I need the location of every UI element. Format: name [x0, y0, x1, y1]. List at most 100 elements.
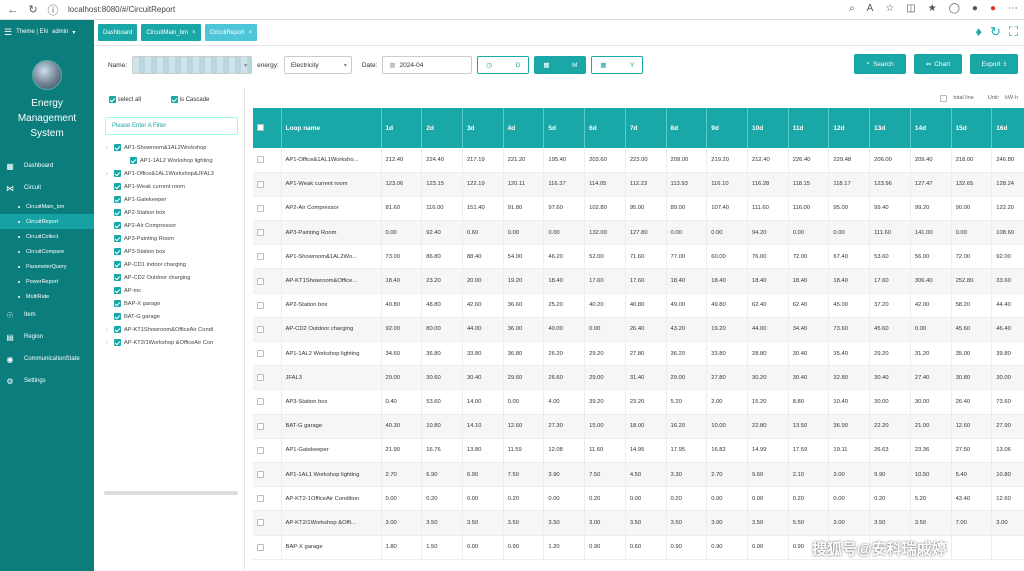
row-checkbox-cell[interactable]: [253, 244, 282, 270]
checkbox-icon[interactable]: [114, 287, 121, 295]
tab-circuitreport[interactable]: CircuitReport ×: [204, 24, 258, 41]
table-row[interactable]: AP2-Station box 40.80 48.80 42.60 36.60 25.20…: [253, 293, 1024, 318]
checkbox-icon[interactable]: [257, 180, 264, 188]
chevron-right-icon[interactable]: ›: [106, 327, 111, 333]
row-checkbox-cell[interactable]: [253, 220, 282, 246]
sidebar-subitem-powerreport[interactable]: PowerReport: [0, 274, 94, 289]
tab-dashboard[interactable]: Dashboard: [98, 24, 138, 41]
row-checkbox-cell[interactable]: [253, 341, 282, 367]
tab-circuitmain[interactable]: CircuitMain_bm ×: [141, 24, 201, 41]
table-header-cell[interactable]: 16d: [991, 108, 1024, 148]
checkbox-icon[interactable]: [257, 229, 264, 237]
more-icon[interactable]: ⋯: [1008, 3, 1018, 14]
sidebar-subitem-circuitmain[interactable]: CircuitMain_bm: [0, 199, 94, 214]
checkbox-icon[interactable]: [257, 277, 264, 285]
checkbox-icon[interactable]: [257, 253, 264, 261]
row-checkbox-cell[interactable]: [253, 414, 282, 439]
day-button[interactable]: ◷ D: [477, 56, 530, 74]
month-button[interactable]: ▦ M: [534, 56, 587, 74]
row-checkbox-cell[interactable]: [253, 535, 282, 560]
table-header-cell[interactable]: 9d: [706, 108, 748, 148]
checkbox-icon[interactable]: [257, 471, 264, 479]
sidebar-subitem-circuitcollect[interactable]: CircuitCollect: [0, 229, 94, 244]
sidebar-subitem-circuitcompare[interactable]: CircuitCompare: [0, 244, 94, 259]
export-button[interactable]: Export ⤓: [970, 54, 1018, 74]
tree-node[interactable]: › AP1-Showroom&1AL2Workshop: [100, 141, 244, 154]
table-row[interactable]: AP-KT2-1OfficeAir Condition 0.00 0.20 0.00 0…: [253, 486, 1024, 512]
row-checkbox-cell[interactable]: [253, 268, 282, 294]
row-checkbox-cell[interactable]: [253, 486, 282, 512]
sidebar-subitem-parameterquery[interactable]: ParameterQuery: [0, 259, 94, 274]
checkbox-icon[interactable]: [130, 157, 137, 165]
table-header-cell[interactable]: 1d: [381, 108, 423, 148]
table-header-cell[interactable]: 6d: [584, 108, 626, 148]
tree-filter-input[interactable]: Please Enter A Filter: [105, 117, 238, 136]
read-aloud-icon[interactable]: A: [867, 3, 874, 14]
tree-node[interactable]: AP2-Station box: [100, 206, 244, 219]
tree-node[interactable]: AP1-Weak current room: [100, 180, 244, 193]
table-header-checkbox[interactable]: [253, 108, 282, 148]
back-icon[interactable]: ←: [6, 3, 20, 17]
checkbox-icon[interactable]: [114, 274, 121, 282]
row-checkbox-cell[interactable]: [253, 462, 282, 488]
table-row[interactable]: AP2-Air Compressor 81.60 116.00 151.40 91.80…: [253, 196, 1024, 222]
reload-icon[interactable]: ↻: [26, 3, 40, 17]
table-header-cell[interactable]: 7d: [625, 108, 667, 148]
checkbox-icon[interactable]: [257, 446, 264, 454]
table-row[interactable]: AP1-1AL2 Workshop lighting 34.60 36.80 33.8…: [253, 341, 1024, 367]
checkbox-icon[interactable]: [257, 495, 264, 503]
refresh-icon[interactable]: ↻: [990, 24, 1001, 40]
table-header-cell[interactable]: 2d: [421, 108, 463, 148]
checkbox-icon[interactable]: [114, 144, 121, 152]
sidebar-item-dashboard[interactable]: ▦ Dashboard: [0, 155, 94, 177]
checkbox-icon[interactable]: [114, 300, 121, 308]
chevron-down-icon[interactable]: ▾: [72, 29, 75, 36]
energy-select[interactable]: Electricity ▾: [283, 56, 352, 74]
table-row[interactable]: BAT-G garage 40.30 10.80 14.10 12.60 27.30 15.…: [253, 414, 1024, 439]
row-checkbox-cell[interactable]: [253, 389, 282, 415]
checkbox-icon[interactable]: [257, 398, 264, 406]
table-header-cell[interactable]: 4d: [503, 108, 545, 148]
tree-node[interactable]: AP1-1AL2 Workshop lighting: [100, 154, 244, 167]
checkbox-icon[interactable]: [114, 235, 121, 243]
table-row[interactable]: AP-CD2 Outdoor charging 92.00 80.00 44.00 36…: [253, 317, 1024, 343]
checkbox-icon[interactable]: [257, 204, 264, 212]
table-row[interactable]: AP1-Office&1AL1Worksho... 212.40 224.40 217…: [253, 148, 1024, 173]
table-row[interactable]: AP1-Weak current room 123.06 123.15 122.19 1…: [253, 172, 1024, 197]
year-button[interactable]: ▦ Y: [591, 56, 644, 74]
table-header-cell[interactable]: 8d: [666, 108, 708, 148]
table-header-cell[interactable]: 3d: [462, 108, 504, 148]
chevron-right-icon[interactable]: ›: [106, 340, 111, 346]
checkbox-icon[interactable]: [114, 261, 121, 269]
checkbox-icon[interactable]: [114, 222, 121, 230]
tree-node[interactable]: BAT-G garage: [100, 310, 244, 323]
notification-icon[interactable]: ●: [990, 3, 996, 14]
row-checkbox-cell[interactable]: [253, 317, 282, 343]
tree-node[interactable]: AP3-Station box: [100, 245, 244, 258]
checkbox-icon[interactable]: [114, 196, 121, 204]
close-icon[interactable]: ×: [249, 30, 253, 36]
tree-node[interactable]: › AP-KT2/1Workshop &OfficeAir Con: [100, 336, 244, 349]
checkbox-icon[interactable]: [114, 183, 121, 191]
zoom-icon[interactable]: ⌕: [849, 3, 855, 14]
table-row[interactable]: AP3-Station box 0.40 53.60 14.00 0.00 4.00 39.…: [253, 389, 1024, 415]
table-header-cell[interactable]: 11d: [788, 108, 830, 148]
sidebar-subitem-multirate[interactable]: MultiRate: [0, 289, 94, 304]
row-checkbox-cell[interactable]: [253, 196, 282, 222]
checkbox-icon[interactable]: [257, 156, 264, 164]
checkbox-icon[interactable]: [114, 170, 121, 178]
table-header-cell[interactable]: 10d: [747, 108, 789, 148]
checkbox-icon[interactable]: [114, 248, 121, 256]
name-select[interactable]: x▾: [132, 56, 253, 74]
search-button[interactable]: ⌕ Search: [854, 54, 906, 74]
sidebar-item-region[interactable]: ▤ Region: [0, 326, 94, 348]
sidebar-item-settings[interactable]: ⚙ Settings: [0, 370, 94, 392]
row-checkbox-cell[interactable]: [253, 293, 282, 318]
checkbox-icon[interactable]: [114, 339, 121, 347]
cascade-checkbox[interactable]: is Cascade: [171, 96, 209, 103]
row-checkbox-cell[interactable]: [253, 365, 282, 391]
table-header-cell[interactable]: 14d: [910, 108, 952, 148]
table-header-cell[interactable]: 15d: [951, 108, 993, 148]
theme-lang-switch[interactable]: Theme | EN: [16, 29, 48, 35]
checkbox-icon[interactable]: [114, 326, 121, 334]
